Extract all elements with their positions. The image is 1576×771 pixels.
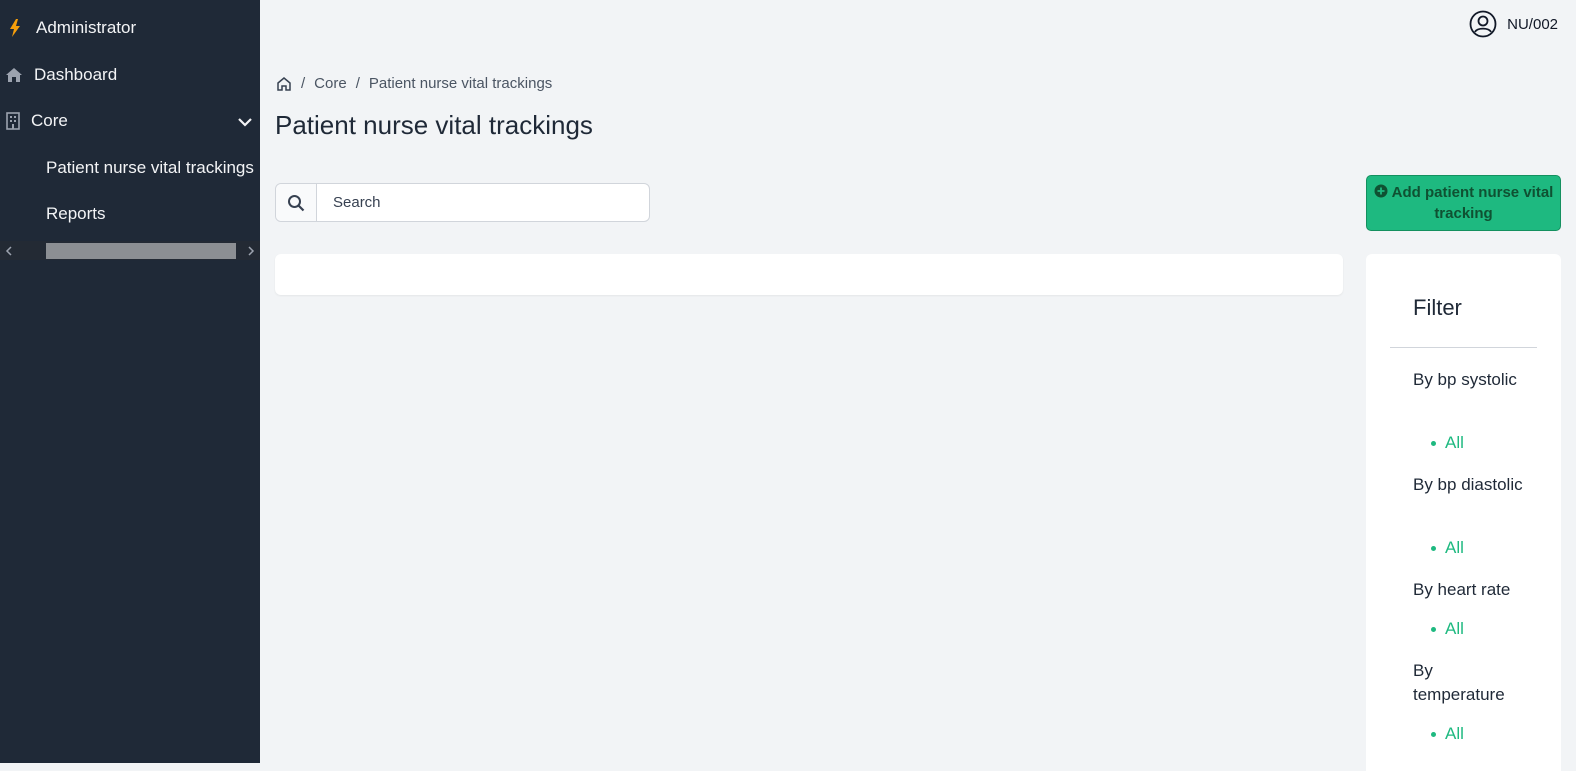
home-icon[interactable] — [276, 76, 292, 92]
sidebar-item-label: Reports — [46, 204, 106, 223]
brand[interactable]: Administrator — [6, 18, 136, 38]
sidebar: Administrator Dashboard Core Patient nur… — [0, 0, 260, 763]
filter-group-title: By bp systolic — [1413, 370, 1517, 389]
search-box — [275, 183, 650, 222]
sidebar-item-label: Core — [31, 111, 68, 130]
brand-label: Administrator — [36, 18, 137, 37]
sidebar-item-patient-nurse-vital-trackings[interactable]: Patient nurse vital trackings — [46, 158, 254, 178]
sidebar-item-core[interactable]: Core — [4, 111, 260, 131]
plus-circle-icon — [1374, 183, 1388, 198]
search-input[interactable] — [317, 184, 649, 221]
filter-group-title: By heart rate — [1413, 580, 1511, 599]
filter-option-all[interactable]: All — [1431, 724, 1464, 744]
search-icon — [288, 194, 305, 211]
bullet-icon — [1431, 440, 1436, 446]
add-patient-nurse-vital-tracking-button[interactable]: Add patient nurse vital tracking — [1366, 175, 1561, 231]
filter-option-all[interactable]: All — [1431, 538, 1464, 558]
sidebar-item-dashboard[interactable]: Dashboard — [5, 65, 117, 85]
filter-group-temperature: By temperature All — [1413, 659, 1523, 743]
user-menu[interactable]: NU/002 — [1469, 10, 1558, 38]
filter-panel: Filter By bp systolic All By bp diastoli… — [1366, 254, 1561, 771]
bullet-icon — [1431, 626, 1436, 632]
breadcrumb-current: Patient nurse vital trackings — [368, 75, 553, 92]
breadcrumb-separator: / — [355, 75, 360, 92]
bullet-icon — [1431, 731, 1436, 737]
add-button-label: Add patient nurse vital tracking — [1391, 184, 1554, 222]
chevron-down-icon[interactable] — [238, 112, 252, 132]
filter-option-label: All — [1445, 724, 1464, 743]
filter-group-bp-systolic: By bp systolic All — [1413, 368, 1523, 452]
bullet-icon — [1431, 545, 1436, 551]
sidebar-item-label: Dashboard — [34, 65, 118, 84]
sidebar-item-reports[interactable]: Reports — [46, 204, 106, 224]
sidebar-item-label: Patient nurse vital trackings — [46, 158, 254, 177]
bolt-icon — [6, 19, 24, 37]
scroll-right-icon[interactable] — [244, 244, 258, 258]
scroll-left-icon[interactable] — [2, 244, 16, 258]
sidebar-horizontal-scrollbar[interactable] — [0, 241, 260, 260]
scrollbar-thumb[interactable] — [46, 243, 236, 259]
results-card — [275, 254, 1343, 295]
filter-option-label: All — [1445, 538, 1464, 557]
filter-group-title: By bp diastolic — [1413, 475, 1523, 494]
user-name: NU/002 — [1507, 15, 1558, 33]
page-title: Patient nurse vital trackings — [275, 110, 593, 140]
breadcrumb-separator: / — [301, 75, 306, 92]
filter-group-title: By temperature — [1413, 661, 1505, 704]
filter-option-all[interactable]: All — [1431, 433, 1464, 453]
home-icon — [5, 66, 23, 84]
building-icon — [4, 112, 22, 130]
filter-group-heart-rate: By heart rate All — [1413, 578, 1533, 638]
filter-option-all[interactable]: All — [1431, 619, 1464, 639]
search-button[interactable] — [276, 184, 317, 221]
filter-option-label: All — [1445, 433, 1464, 452]
filter-divider — [1390, 347, 1537, 348]
filter-group-bp-diastolic: By bp diastolic All — [1413, 473, 1523, 557]
breadcrumb: / Core / Patient nurse vital trackings — [276, 75, 552, 92]
user-circle-icon — [1469, 10, 1497, 38]
filter-option-label: All — [1445, 619, 1464, 638]
breadcrumb-core[interactable]: Core — [314, 75, 347, 92]
filter-title: Filter — [1413, 295, 1462, 320]
